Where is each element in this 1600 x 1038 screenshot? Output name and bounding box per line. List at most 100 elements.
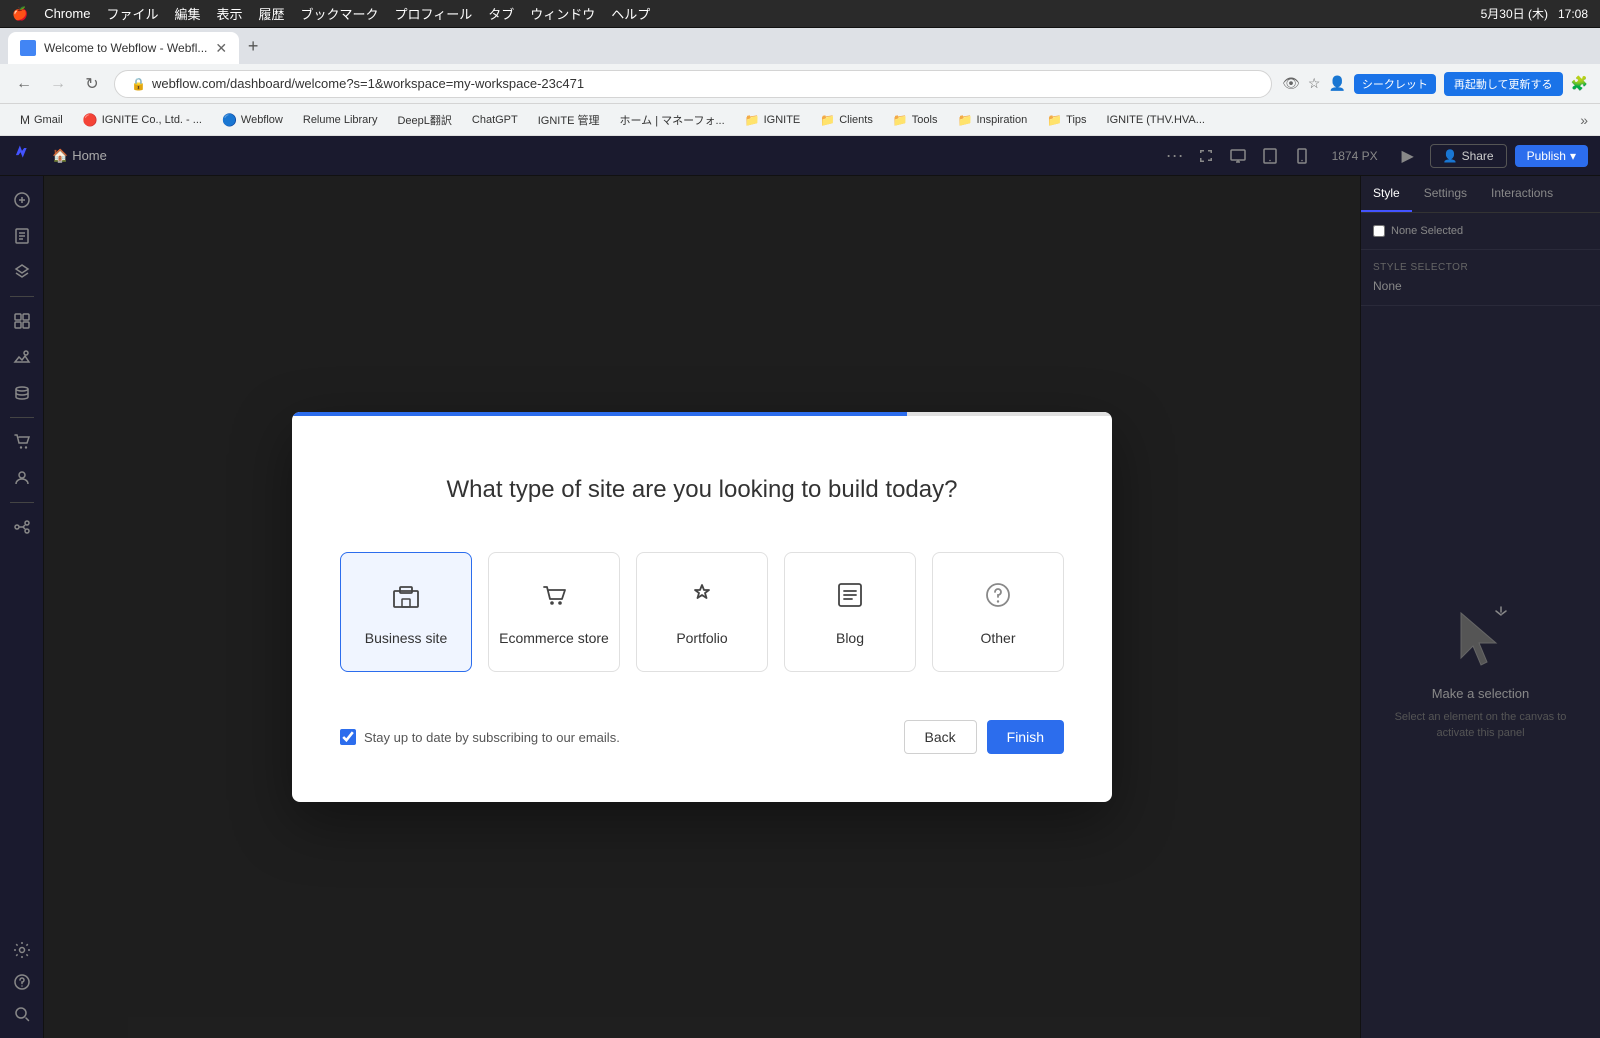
sidebar-add-element[interactable] [6,184,38,216]
bookmark-gmail[interactable]: M Gmail [12,108,71,132]
tab-close-button[interactable]: ✕ [215,40,227,57]
finish-button[interactable]: Finish [987,720,1064,754]
menu-help[interactable]: ヘルプ [611,4,650,23]
site-type-ecommerce[interactable]: Ecommerce store [488,552,620,672]
tab-interactions[interactable]: Interactions [1479,176,1565,212]
url-text: webflow.com/dashboard/welcome?s=1&worksp… [152,76,584,91]
sidebar-ecommerce[interactable] [6,426,38,458]
tablet-view-button[interactable] [1256,142,1284,170]
bookmark-ignite-folder[interactable]: 📁 IGNITE [737,108,809,132]
tab-favicon [20,40,36,56]
checkbox-label-text: Stay up to date by subscribing to our em… [364,730,620,745]
sidebar-search[interactable] [6,998,38,1030]
bookmark-label: Tips [1066,114,1086,126]
main-layout: What type of site are you looking to bui… [0,176,1600,1038]
site-type-portfolio[interactable]: Portfolio [636,552,768,672]
bookmark-tips[interactable]: 📁 Tips [1039,108,1094,132]
bookmark-chatgpt[interactable]: ChatGPT [464,108,526,132]
menu-file[interactable]: ファイル [106,4,158,23]
mac-status-bar: 5月30日 (木) 17:08 [1481,5,1588,22]
sidebar-components[interactable] [6,305,38,337]
address-bar-icons: 👁 ☆ 👤 シークレット 再起動して更新する 🧩 [1282,72,1588,96]
none-selected-checkbox[interactable] [1373,225,1385,237]
sidebar-pages[interactable] [6,220,38,252]
webflow-logo[interactable] [12,143,32,168]
tab-settings[interactable]: Settings [1412,176,1479,212]
bookmark-relume[interactable]: Relume Library [295,108,386,132]
bookmark-inspiration[interactable]: 📁 Inspiration [949,108,1035,132]
site-type-blog[interactable]: Blog [784,552,916,672]
sidebar-logic[interactable] [6,511,38,543]
menu-history[interactable]: 履歴 [258,4,284,23]
publish-button[interactable]: Publish ▾ [1515,145,1588,167]
bookmark-label: Gmail [34,114,63,126]
menu-view[interactable]: 表示 [216,4,242,23]
menu-window[interactable]: ウィンドウ [530,4,595,23]
tracking-protection-icon[interactable]: 👁 [1282,75,1300,92]
chevron-down-icon: ▾ [1570,149,1576,163]
mobile-view-button[interactable] [1288,142,1316,170]
desktop-view-button[interactable] [1224,142,1252,170]
back-nav-button[interactable]: ← [12,75,36,93]
webflow-toolbar: 🏠 Home ··· 1874 PX [0,136,1600,176]
site-type-business[interactable]: Business site [340,552,472,672]
share-button[interactable]: 👤 Share [1430,144,1507,168]
px-label: 1874 PX [1332,149,1378,163]
modal-overlay: What type of site are you looking to bui… [44,176,1360,1038]
sidebar-settings[interactable] [6,934,38,966]
forward-nav-button[interactable]: → [46,75,70,93]
menu-edit[interactable]: 編集 [174,4,200,23]
back-button[interactable]: Back [904,720,977,754]
address-input[interactable]: 🔒 webflow.com/dashboard/welcome?s=1&work… [114,70,1272,98]
expand-view-button[interactable] [1192,142,1220,170]
style-selector-value[interactable]: None [1373,279,1588,293]
bookmark-ignite-admin[interactable]: IGNITE 管理 [530,108,608,132]
sidebar-users[interactable] [6,462,38,494]
bookmark-webflow[interactable]: 🔵 Webflow [214,108,291,132]
active-tab[interactable]: Welcome to Webflow - Webfl... ✕ [8,32,239,64]
ecommerce-label: Ecommerce store [499,630,609,646]
menu-bookmarks[interactable]: ブックマーク [301,4,379,23]
bookmarks-bar: M Gmail 🔴 IGNITE Co., Ltd. - ... 🔵 Webfl… [0,104,1600,136]
sidebar-layers[interactable] [6,256,38,288]
bookmark-star-icon[interactable]: ☆ [1308,75,1321,92]
profile-icon[interactable]: 👤 [1328,75,1345,92]
bookmark-deepl[interactable]: DeepL翻訳 [389,108,459,132]
sidebar-assets[interactable] [6,341,38,373]
extensions-icon[interactable]: 🧩 [1571,75,1588,92]
menu-tab[interactable]: タブ [488,4,514,23]
email-subscribe-checkbox-label[interactable]: Stay up to date by subscribing to our em… [340,729,620,745]
reload-button[interactable]: ↻ [80,74,104,94]
bookmark-label: IGNITE (THV.HVA... [1107,114,1205,126]
mac-menu: 🍎 Chrome ファイル 編集 表示 履歴 ブックマーク プロフィール タブ … [12,4,650,23]
new-tab-button[interactable]: + [239,32,267,60]
sidebar-help[interactable] [6,966,38,998]
home-page-link[interactable]: 🏠 Home [44,144,115,168]
chrome-tab-bar: Welcome to Webflow - Webfl... ✕ + [0,28,1600,64]
blog-label: Blog [836,630,864,646]
bookmark-tools[interactable]: 📁 Tools [885,108,946,132]
preview-button[interactable]: ▶ [1394,142,1422,170]
view-controls [1192,142,1316,170]
more-options-button[interactable]: ··· [1166,145,1184,166]
bookmark-money-forward[interactable]: ホーム | マネーフォ... [611,108,732,132]
none-selected-label: None Selected [1391,225,1463,237]
bookmark-ignite-thv[interactable]: IGNITE (THV.HVA... [1099,108,1213,132]
menu-profile[interactable]: プロフィール [395,4,473,23]
bookmark-label: Inspiration [976,114,1027,126]
right-panel-tabs: Style Settings Interactions [1361,176,1600,213]
bookmark-ignite-co[interactable]: 🔴 IGNITE Co., Ltd. - ... [75,108,210,132]
email-subscribe-checkbox[interactable] [340,729,356,745]
update-button[interactable]: 再起動して更新する [1444,72,1563,96]
bookmark-clients[interactable]: 📁 Clients [812,108,881,132]
business-icon [390,579,422,618]
bookmarks-more-button[interactable]: » [1580,112,1588,128]
site-type-other[interactable]: Other [932,552,1064,672]
home-label: Home [72,148,107,163]
bookmark-label: IGNITE 管理 [538,112,600,128]
gmail-icon: M [20,113,30,127]
apple-menu[interactable]: 🍎 [12,6,28,22]
sidebar-cms[interactable] [6,377,38,409]
tab-style[interactable]: Style [1361,176,1412,212]
address-bar: ← → ↻ 🔒 webflow.com/dashboard/welcome?s=… [0,64,1600,104]
